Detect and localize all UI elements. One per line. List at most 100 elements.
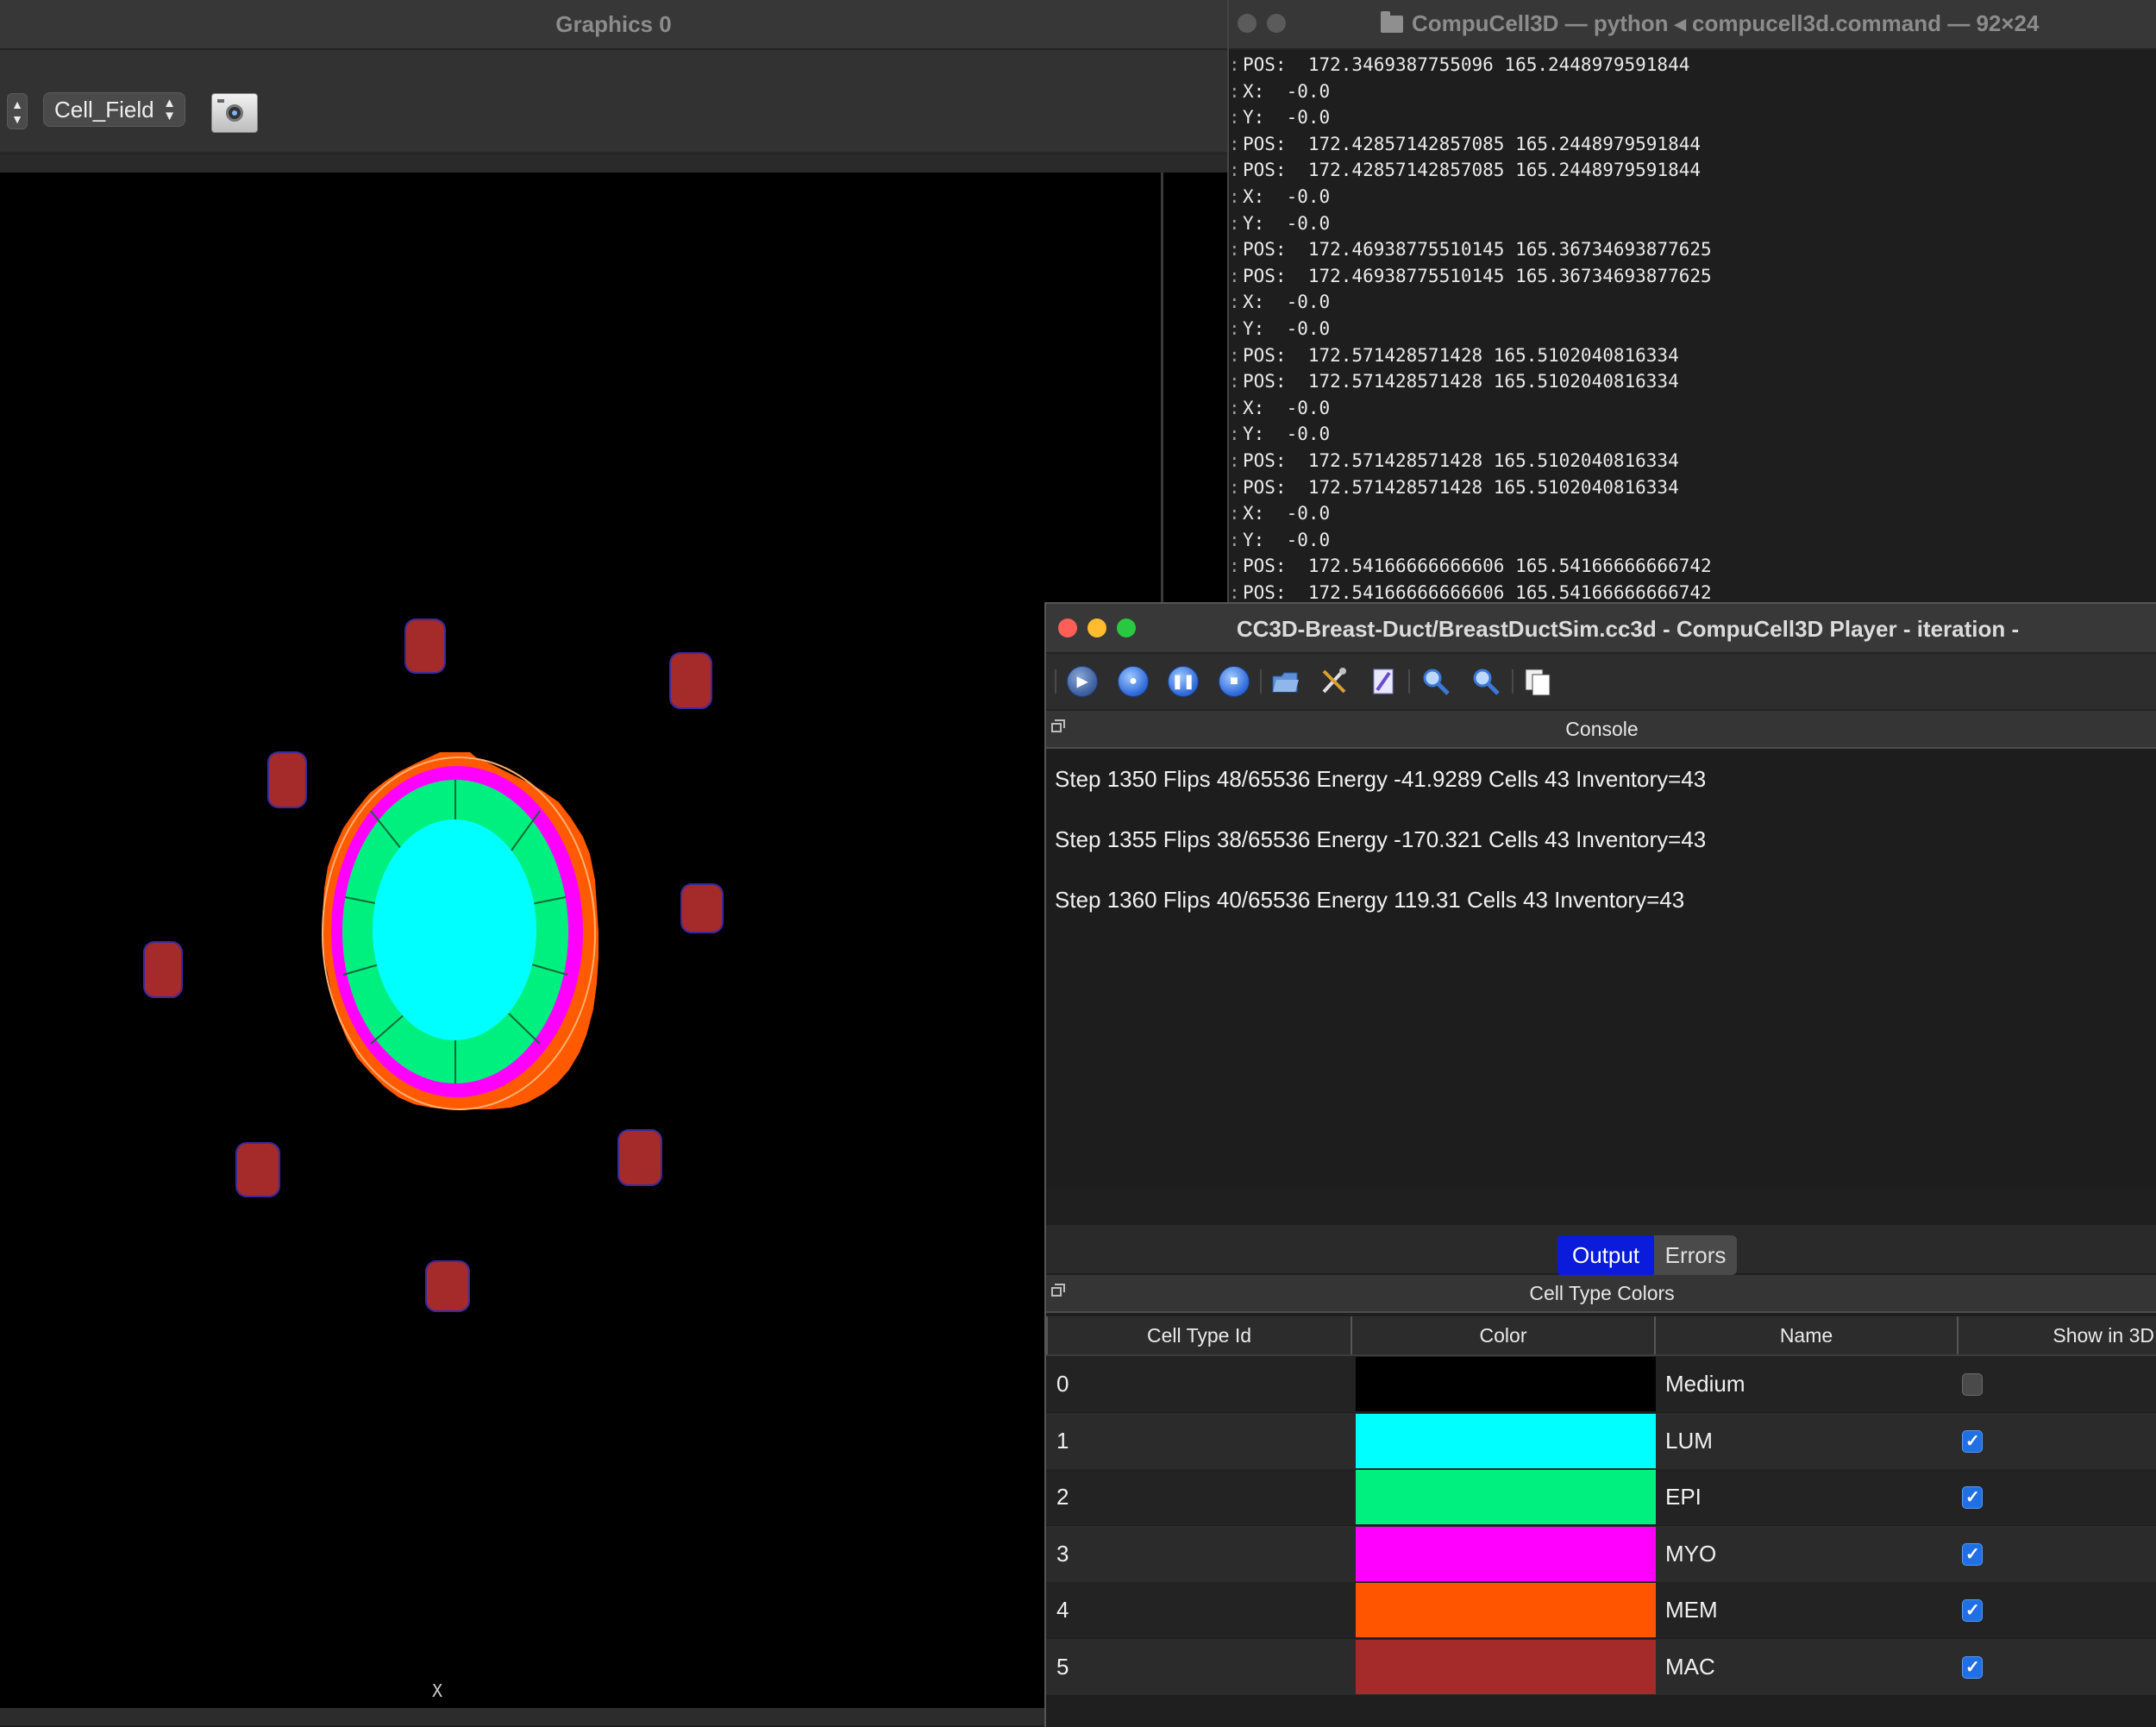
show-in-3d-checkbox[interactable] <box>1962 1486 1983 1509</box>
terminal-gutter: : <box>1229 265 1240 286</box>
terminal-line-text: POS: 172.46938775510145 165.367346938776… <box>1243 239 1712 261</box>
cell-type-name: LUM <box>1665 1427 1713 1454</box>
table-row[interactable]: 3 MYO <box>1046 1525 2156 1582</box>
undock-icon[interactable] <box>1051 719 1065 732</box>
terminal-line: : X: -0.0 <box>1229 184 2156 210</box>
terminal-title-text: CompuCell3D — python ◂ compucell3d.comma… <box>1412 10 2040 36</box>
stepper-down-icon[interactable]: ▼ <box>8 113 27 125</box>
terminal-line-text: POS: 172.54166666666606 165.541666666667… <box>1243 581 1712 603</box>
terminal-line-text: POS: 172.571428571428 165.5102040816334 <box>1243 476 1679 498</box>
terminal-line-text: Y: -0.0 <box>1243 424 1331 445</box>
stepper-up-icon[interactable]: ▲ <box>8 98 27 110</box>
terminal-gutter: : <box>1229 133 1240 154</box>
column-header-show-3d[interactable]: Show in 3D <box>1957 1316 2156 1354</box>
terminal-line: : POS: 172.3469387755096 165.244897959184… <box>1229 52 2156 78</box>
column-header-name[interactable]: Name <box>1654 1316 1957 1354</box>
color-swatch[interactable] <box>1356 1413 1656 1468</box>
terminal-line-text: POS: 172.46938775510145 165.367346938776… <box>1243 265 1712 286</box>
color-swatch[interactable] <box>1356 1357 1656 1411</box>
open-folder-icon[interactable] <box>1269 666 1300 697</box>
terminal-line: : POS: 172.571428571428 165.5102040816334 <box>1229 474 2156 501</box>
table-row[interactable]: 1 LUM <box>1046 1412 2156 1469</box>
cell-type-name: Medium <box>1665 1371 1745 1397</box>
cell-type-id: 1 <box>1056 1427 1069 1454</box>
terminal-line: : POS: 172.42857142857085 165.24489795918… <box>1229 131 2156 158</box>
terminal-close-button[interactable] <box>1238 14 1257 33</box>
terminal-output[interactable]: : POS: 172.3469387755096 165.244897959184… <box>1229 52 2156 604</box>
terminal-gutter: : <box>1229 317 1240 339</box>
player-titlebar: CC3D-Breast-Duct/BreastDuctSim.cc3d - Co… <box>1046 604 2156 654</box>
terminal-gutter: : <box>1229 397 1240 418</box>
terminal-line-text: POS: 172.3469387755096 165.2448979591844 <box>1243 54 1690 75</box>
player-window: CC3D-Breast-Duct/BreastDuctSim.cc3d - Co… <box>1044 602 2156 1727</box>
terminal-gutter: : <box>1229 476 1240 498</box>
column-header-color[interactable]: Color <box>1351 1316 1654 1354</box>
terminal-line-text: X: -0.0 <box>1243 185 1331 207</box>
terminal-line-text: Y: -0.0 <box>1243 317 1331 339</box>
console-output[interactable]: Step 1350 Flips 48/65536 Energy -41.9289… <box>1046 749 2156 1189</box>
show-in-3d-checkbox[interactable] <box>1962 1429 1983 1453</box>
graphics-window: Graphics 0 ▲ ▼ Cell_Field ▲ ▼ X <box>0 0 1230 1725</box>
edit-icon[interactable] <box>1367 666 1398 697</box>
stop-icon[interactable]: ■ <box>1219 666 1250 697</box>
axis-x-label: X <box>432 1680 443 1701</box>
table-row[interactable]: 0 Medium <box>1046 1356 2156 1412</box>
field-select[interactable]: Cell_Field ▲ ▼ <box>43 92 185 127</box>
cell-type-name: EPI <box>1665 1484 1702 1510</box>
step-icon[interactable]: ● <box>1118 666 1149 697</box>
graphics-status-bar <box>0 1708 1227 1725</box>
cell-type-name: MAC <box>1665 1653 1715 1680</box>
pause-icon[interactable]: ❚❚ <box>1168 666 1199 697</box>
cell-type-id: 5 <box>1056 1653 1069 1680</box>
zoom-out-icon[interactable] <box>1470 666 1501 697</box>
color-swatch[interactable] <box>1356 1470 1656 1524</box>
zoom-in-icon[interactable] <box>1420 666 1451 697</box>
terminal-line-text: POS: 172.571428571428 165.5102040816334 <box>1243 449 1679 471</box>
color-swatch[interactable] <box>1356 1639 1656 1694</box>
show-in-3d-checkbox[interactable] <box>1962 1655 1983 1679</box>
cell-type-id: 3 <box>1056 1540 1069 1567</box>
terminal-line: : X: -0.0 <box>1229 395 2156 422</box>
terminal-gutter: : <box>1229 556 1240 577</box>
camera-icon <box>226 104 243 122</box>
terminal-window: CompuCell3D — python ◂ compucell3d.comma… <box>1227 0 2156 604</box>
cell-field-canvas[interactable] <box>0 173 1161 1708</box>
terminal-line-text: X: -0.0 <box>1243 397 1331 418</box>
show-in-3d-checkbox[interactable] <box>1962 1599 1983 1622</box>
terminal-line: : Y: -0.0 <box>1229 316 2156 342</box>
terminal-line-text: POS: 172.571428571428 165.5102040816334 <box>1243 344 1679 366</box>
terminal-gutter: : <box>1229 344 1240 366</box>
terminal-gutter: : <box>1229 529 1240 550</box>
tab-output[interactable]: Output <box>1557 1235 1654 1275</box>
tools-icon[interactable] <box>1319 666 1350 697</box>
show-in-3d-checkbox[interactable] <box>1962 1542 1983 1566</box>
field-stepper[interactable]: ▲ ▼ <box>7 93 28 129</box>
undock-icon[interactable] <box>1051 1284 1065 1297</box>
terminal-gutter: : <box>1229 581 1240 603</box>
mac-cell <box>669 652 712 709</box>
terminal-line-text: X: -0.0 <box>1243 292 1331 313</box>
color-swatch[interactable] <box>1356 1583 1656 1637</box>
terminal-gutter: : <box>1229 107 1240 129</box>
terminal-line: : X: -0.0 <box>1229 289 2156 316</box>
terminal-line: : POS: 172.571428571428 165.5102040816334 <box>1229 448 2156 474</box>
terminal-minimize-button[interactable] <box>1267 14 1286 33</box>
terminal-line-text: POS: 172.54166666666606 165.541666666667… <box>1243 556 1712 577</box>
terminal-line-text: Y: -0.0 <box>1243 107 1331 129</box>
terminal-line-text: Y: -0.0 <box>1243 529 1331 550</box>
table-row[interactable]: 4 MEM <box>1046 1582 2156 1638</box>
mac-cell <box>267 751 307 808</box>
table-header: Cell Type Id Color Name Show in 3D <box>1046 1316 2156 1356</box>
table-row[interactable]: 2 EPI <box>1046 1469 2156 1525</box>
copy-window-icon[interactable] <box>1522 666 1553 697</box>
show-in-3d-checkbox[interactable] <box>1962 1373 1983 1396</box>
cell-type-id: 2 <box>1056 1484 1069 1510</box>
tab-errors[interactable]: Errors <box>1654 1235 1737 1275</box>
play-icon[interactable]: ▶ <box>1067 666 1098 697</box>
table-row[interactable]: 5 MAC <box>1046 1638 2156 1695</box>
cell-type-name: MEM <box>1665 1597 1718 1623</box>
screenshot-button[interactable] <box>211 93 258 133</box>
column-header-id[interactable]: Cell Type Id <box>1046 1316 1351 1354</box>
color-swatch[interactable] <box>1356 1526 1656 1581</box>
terminal-line: : POS: 172.46938775510145 165.36734693877… <box>1229 263 2156 290</box>
